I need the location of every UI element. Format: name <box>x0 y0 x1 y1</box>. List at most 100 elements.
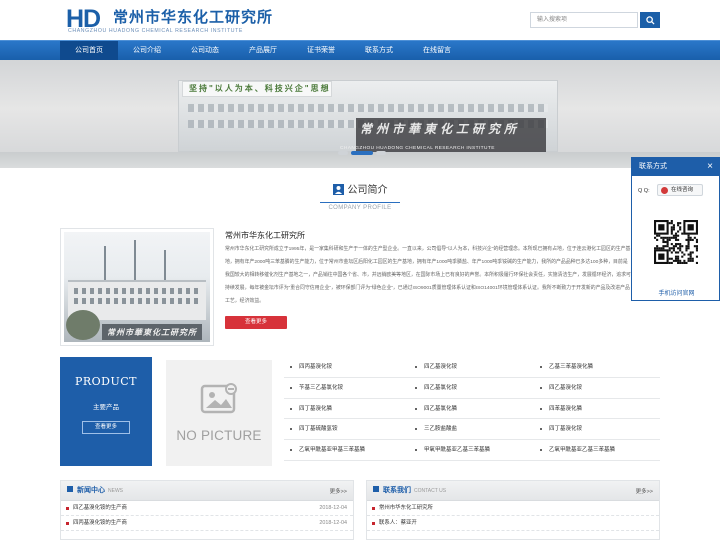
news-item-date: 2018-12-04 <box>319 505 347 511</box>
news-item-title: 四丙基溴化铵的生产商 <box>73 520 127 526</box>
nav-item[interactable]: 在线留言 <box>408 41 466 61</box>
nav-item[interactable]: 联系方式 <box>350 41 408 61</box>
qr-code-icon <box>654 220 698 264</box>
contact-panel-header: 联系我们 CONTACT US 更多>> <box>367 481 659 501</box>
online-consult-button[interactable]: 在线咨询 <box>657 184 703 196</box>
product-row: 苄基三乙基氯化铵 四乙基氯化铵 四乙基溴化铵 <box>284 378 660 399</box>
online-consult-label: 在线咨询 <box>671 187 694 193</box>
contact-panel-title: 联系我们 CONTACT US <box>373 486 446 496</box>
contact-more-link[interactable]: 更多>> <box>636 487 653 495</box>
banner-dot[interactable] <box>376 151 386 155</box>
news-panel: 新闻中心 NEWS 更多>> 四乙基溴化铵的生产商 2018-12-04 四丙基溴化铵… <box>60 480 354 540</box>
photo-tower <box>104 246 106 282</box>
banner-window-row <box>188 104 548 112</box>
intro-more-button[interactable]: 查看更多 <box>225 316 287 329</box>
floating-contact-title: 联系方式 <box>639 163 667 170</box>
banner-sign-text: 常州市華東化工研究所 <box>360 122 521 136</box>
bullet-icon <box>372 507 375 510</box>
product-row: 四丁基硫酸氢铵 三乙胺盐酸盐 四丁基溴化铵 <box>284 419 660 441</box>
site-header: HD 常州市华东化工研究所 CHANGZHOU HUADONG CHEMICAL… <box>0 0 720 40</box>
product-panel: PRODUCT 主要产品 查看更多 <box>60 357 152 466</box>
contact-panel: 联系我们 CONTACT US 更多>> 常州市华东化工研究所联系人：蔡亚开 <box>366 480 660 540</box>
banner-pagination <box>338 151 386 155</box>
nav-item[interactable]: 公司介绍 <box>118 41 176 61</box>
nav-item[interactable]: 产品展厅 <box>234 41 292 61</box>
product-row: 四丁基溴化膦 四乙基氯化膦 四苯基溴化膦 <box>284 399 660 420</box>
photo-tower <box>164 250 166 282</box>
photo-windows <box>74 298 200 304</box>
profile-section-subtitle: COMPANY PROFILE <box>328 205 392 211</box>
product-link[interactable]: 四乙基氯化铵 <box>409 378 534 398</box>
company-photo[interactable]: 常州市華東化工研究所 <box>60 228 214 346</box>
bullet-icon <box>372 522 375 525</box>
photo-tree <box>66 310 100 340</box>
product-link[interactable]: 四丁基溴化膦 <box>284 399 409 419</box>
news-title-text: 新闻中心 <box>77 487 105 494</box>
qq-avatar-icon <box>661 187 668 194</box>
news-panel-header: 新闻中心 NEWS 更多>> <box>61 481 353 501</box>
profile-title-text: 公司简介 <box>347 185 388 196</box>
contact-item: 联系人：蔡亚开 <box>367 516 659 531</box>
contact-item-text: 常州市华东化工研究所 <box>379 505 433 511</box>
product-link[interactable]: 四乙基氯化膦 <box>409 399 534 419</box>
photo-windows <box>74 288 200 294</box>
mobile-site-caption[interactable]: 手机访问官网 <box>632 288 720 297</box>
product-link[interactable]: 甲氧甲酰基亚乙基三苯基膦 <box>409 440 534 460</box>
product-link[interactable]: 四乙基溴化铵 <box>534 378 659 398</box>
product-link[interactable]: 四丙基溴化铵 <box>284 357 409 377</box>
main-nav: 公司首页 公司介绍 公司动态 产品展厅 证书荣誉 联系方式 在线留言 <box>0 40 720 61</box>
banner-dot[interactable] <box>351 151 373 155</box>
contact-title-english: CONTACT US <box>414 488 447 494</box>
news-item[interactable]: 四丙基溴化铵的生产商 2018-12-04 <box>61 516 353 531</box>
search-button[interactable] <box>640 12 660 28</box>
search-icon <box>645 15 655 25</box>
banner-dot[interactable] <box>338 151 348 155</box>
contact-item: 常州市华东化工研究所 <box>367 501 659 516</box>
product-link[interactable]: 三乙胺盐酸盐 <box>409 419 534 439</box>
product-row: 乙氧甲酰基亚甲基三苯基膦 甲氧甲酰基亚乙基三苯基膦 乙氧甲酰基亚乙基三苯基膦 <box>284 440 660 461</box>
nav-list: 公司首页 公司介绍 公司动态 产品展厅 证书荣誉 联系方式 在线留言 <box>60 41 466 61</box>
search-input[interactable]: 输入搜索项 <box>530 12 638 28</box>
product-panel-title: PRODUCT <box>74 375 138 388</box>
product-list: 四丙基溴化铵 四乙基溴化铵 乙基三苯基溴化膦 苄基三乙基氯化铵 四乙基氯化铵 四乙基溴化铵… <box>284 357 660 461</box>
news-item-date: 2018-12-04 <box>319 520 347 526</box>
product-image-placeholder[interactable]: NO PICTURE <box>166 360 272 466</box>
photo-tower <box>134 240 136 282</box>
product-more-button[interactable]: 查看更多 <box>82 421 130 434</box>
product-link[interactable]: 乙基三苯基溴化膦 <box>534 357 659 377</box>
contact-list: 常州市华东化工研究所联系人：蔡亚开 <box>367 501 659 531</box>
product-link[interactable]: 乙氧甲酰基亚甲基三苯基膦 <box>284 440 409 460</box>
intro-title: 常州市华东化工研究所 <box>225 231 305 240</box>
square-bullet-icon <box>373 486 379 492</box>
floating-contact-header: 联系方式 × <box>632 158 719 176</box>
product-link[interactable]: 四乙基溴化铵 <box>409 357 534 377</box>
logo-english-name: CHANGZHOU HUADONG CHEMICAL RESEARCH INST… <box>68 28 243 34</box>
bullet-icon <box>66 507 69 510</box>
person-icon <box>332 184 344 200</box>
no-picture-label: NO PICTURE <box>176 428 262 443</box>
product-link[interactable]: 乙氧甲酰基亚乙基三苯基膦 <box>534 440 659 460</box>
product-link[interactable]: 四丁基硫酸氢铵 <box>284 419 409 439</box>
close-icon[interactable]: × <box>707 158 713 176</box>
product-link[interactable]: 苄基三乙基氯化铵 <box>284 378 409 398</box>
product-link[interactable]: 四苯基溴化膦 <box>534 399 659 419</box>
news-more-link[interactable]: 更多>> <box>330 487 347 495</box>
square-bullet-icon <box>67 486 73 492</box>
nav-item[interactable]: 证书荣誉 <box>292 41 350 61</box>
photo-gate-sign: 常州市華東化工研究所 <box>102 324 202 340</box>
news-item[interactable]: 四乙基溴化铵的生产商 2018-12-04 <box>61 501 353 516</box>
banner-slogan: 坚持"以人为本、科技兴企"思想 <box>182 81 332 97</box>
image-placeholder-icon <box>200 383 237 414</box>
section-divider <box>320 202 400 203</box>
logo-chinese-name[interactable]: 常州市华东化工研究所 <box>113 9 273 27</box>
company-photo-scene: 常州市華東化工研究所 <box>64 232 210 342</box>
profile-section-title: 公司简介 <box>0 184 720 200</box>
contact-title-text: 联系我们 <box>383 487 411 494</box>
nav-item[interactable]: 公司首页 <box>60 41 118 61</box>
bullet-icon <box>66 522 69 525</box>
product-link[interactable]: 四丁基溴化铵 <box>534 419 659 439</box>
news-panel-title: 新闻中心 NEWS <box>67 486 123 496</box>
nav-item[interactable]: 公司动态 <box>176 41 234 61</box>
page: HD 常州市华东化工研究所 CHANGZHOU HUADONG CHEMICAL… <box>0 0 720 540</box>
product-row: 四丙基溴化铵 四乙基溴化铵 乙基三苯基溴化膦 <box>284 357 660 378</box>
